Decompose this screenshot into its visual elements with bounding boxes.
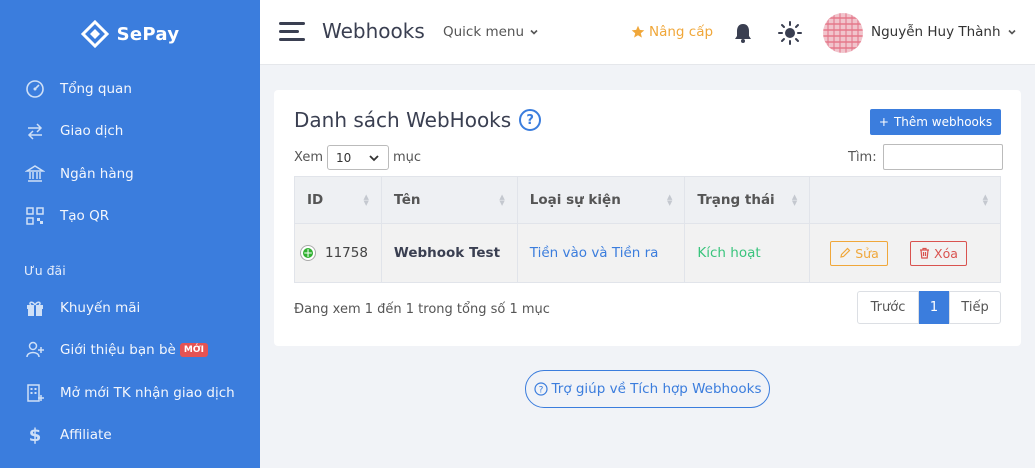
sidebar-item-open-account[interactable]: Mở mới TK nhận giao dịch — [0, 376, 260, 410]
sidebar-item-label: Giao dịch — [60, 123, 124, 139]
sort-icon: ▲ ▼ — [363, 193, 369, 207]
add-webhook-button[interactable]: + Thêm webhooks — [870, 109, 1001, 135]
sidebar-item-create-qr[interactable]: Tạo QR — [0, 199, 260, 233]
sort-icon: ▲ ▼ — [499, 193, 505, 207]
page-length-select[interactable]: 10 — [326, 145, 389, 170]
search-input[interactable] — [882, 144, 1003, 170]
sidebar-section-offers: Ưu đãi — [24, 263, 66, 278]
sidebar-item-overview[interactable]: Tổng quan — [0, 72, 260, 106]
user-name-label: Nguyễn Huy Thành — [871, 24, 1001, 40]
edit-label: Sửa — [855, 245, 879, 261]
sidebar-item-label: Khuyến mãi — [60, 300, 141, 316]
chevron-down-icon — [530, 29, 538, 35]
pagination: Trước 1 Tiếp — [857, 291, 1001, 324]
sidebar-item-affiliate[interactable]: $ Affiliate — [0, 418, 260, 452]
webhooks-card: Danh sách WebHooks ? + Thêm webhooks Xem… — [274, 90, 1021, 346]
topbar: Webhooks Quick menu Nâng cấp Nguyễn Huy … — [260, 0, 1035, 65]
table-info: Đang xem 1 đến 1 trong tổng số 1 mục — [294, 302, 550, 317]
brand-name: SePay — [116, 23, 180, 45]
table-search: Tìm: — [848, 144, 1003, 170]
sidebar-item-label: Tổng quan — [60, 81, 132, 97]
page-length-value: 10 — [335, 150, 352, 165]
bank-icon — [24, 163, 46, 185]
question-circle-icon: ? — [533, 382, 548, 396]
avatar[interactable] — [823, 13, 863, 53]
cell-event-type: Tiền vào và Tiền ra — [516, 223, 686, 283]
page-length-control: Xem 10 mục — [294, 145, 421, 170]
sidebar-item-label: Affiliate — [60, 427, 112, 443]
brand-logo[interactable]: SePay — [0, 0, 260, 68]
sort-icon: ▲ ▼ — [982, 193, 988, 207]
menu-toggle-icon[interactable] — [279, 22, 305, 42]
edit-button[interactable]: Sửa — [830, 240, 888, 266]
new-badge: MỚI — [179, 343, 209, 357]
delete-label: Xóa — [934, 245, 958, 261]
table-row: +11758 Webhook Test Tiền vào và Tiền ra … — [294, 223, 1001, 283]
add-user-icon — [24, 339, 46, 361]
column-header-status[interactable]: Trạng thái ▲ ▼ — [684, 176, 811, 224]
help-link-label: Trợ giúp về Tích hợp Webhooks — [551, 381, 762, 397]
help-question-icon[interactable]: ? — [519, 109, 542, 131]
building-icon — [24, 382, 46, 404]
pagination-next[interactable]: Tiếp — [949, 291, 1001, 324]
trash-icon — [920, 247, 930, 259]
notification-bell-icon[interactable] — [732, 22, 754, 44]
gift-icon — [24, 297, 46, 319]
card-title-text: Danh sách WebHooks — [294, 108, 512, 132]
sidebar-item-promotions[interactable]: Khuyến mãi — [0, 291, 260, 325]
svg-text:?: ? — [538, 386, 543, 396]
dollar-icon: $ — [24, 424, 46, 446]
transfer-arrows-icon — [24, 120, 46, 142]
column-header-event-type[interactable]: Loại sự kiện ▲ ▼ — [516, 176, 686, 224]
webhooks-help-link[interactable]: ? Trợ giúp về Tích hợp Webhooks — [525, 370, 770, 408]
quick-menu-dropdown[interactable]: Quick menu — [443, 24, 539, 40]
pagination-page-current[interactable]: 1 — [919, 291, 949, 324]
plus-icon: + — [878, 115, 889, 129]
delete-button[interactable]: Xóa — [910, 240, 967, 266]
sidebar-item-transactions[interactable]: Giao dịch — [0, 114, 260, 148]
table-header-row: ID ▲ ▼ Tên ▲ ▼ Loại sự kiện ▲ ▼ Trạng thái ▲ ▼ ▲… — [294, 176, 1001, 224]
theme-toggle-sun-icon[interactable] — [777, 20, 803, 46]
chevron-down-icon — [369, 154, 379, 161]
sidebar: SePay Tổng quan Giao dịch Ngân hàng Tạo … — [0, 0, 260, 468]
pagination-prev[interactable]: Trước — [857, 291, 919, 324]
length-label-before: Xem — [294, 150, 323, 165]
webhook-id: 11758 — [325, 245, 368, 261]
star-icon — [631, 25, 645, 38]
upgrade-label: Nâng cấp — [649, 24, 714, 40]
cell-name: Webhook Test — [380, 223, 518, 283]
svg-text:$: $ — [29, 425, 42, 445]
dashboard-gauge-icon — [24, 78, 46, 100]
quick-menu-label: Quick menu — [443, 24, 525, 40]
cell-status: Kích hoạt — [684, 223, 811, 283]
sidebar-item-label: Mở mới TK nhận giao dịch — [60, 385, 235, 401]
sort-icon: ▲ ▼ — [667, 193, 673, 207]
column-header-id[interactable]: ID ▲ ▼ — [294, 176, 382, 224]
sort-icon: ▲ ▼ — [791, 193, 798, 207]
card-title: Danh sách WebHooks ? — [294, 108, 542, 132]
column-header-name[interactable]: Tên ▲ ▼ — [380, 176, 518, 224]
webhooks-table: ID ▲ ▼ Tên ▲ ▼ Loại sự kiện ▲ ▼ Trạng thái ▲ ▼ ▲… — [294, 176, 1001, 283]
page-title: Webhooks — [322, 19, 425, 43]
sidebar-item-bank[interactable]: Ngân hàng — [0, 157, 260, 191]
length-label-after: mục — [392, 150, 422, 165]
qr-code-icon — [24, 205, 46, 227]
sidebar-item-refer-friends[interactable]: Giới thiệu bạn bè MỚI — [0, 333, 260, 367]
user-menu[interactable]: Nguyễn Huy Thành — [871, 24, 1017, 40]
column-header-actions[interactable]: ▲ ▼ — [809, 176, 1001, 224]
chevron-down-icon — [1007, 29, 1016, 35]
sidebar-item-label: Giới thiệu bạn bè — [60, 342, 176, 358]
expand-row-icon[interactable]: + — [301, 246, 315, 260]
sepay-logo-icon — [80, 20, 109, 48]
cell-id: +11758 — [294, 223, 382, 283]
search-label: Tìm: — [848, 149, 877, 165]
sidebar-item-label: Tạo QR — [60, 208, 110, 224]
sidebar-item-label: Ngân hàng — [60, 166, 134, 182]
upgrade-link[interactable]: Nâng cấp — [631, 24, 713, 40]
add-webhook-label: Thêm webhooks — [893, 115, 993, 129]
pencil-icon — [840, 247, 851, 258]
cell-actions: Sửa Xóa — [809, 223, 1001, 283]
